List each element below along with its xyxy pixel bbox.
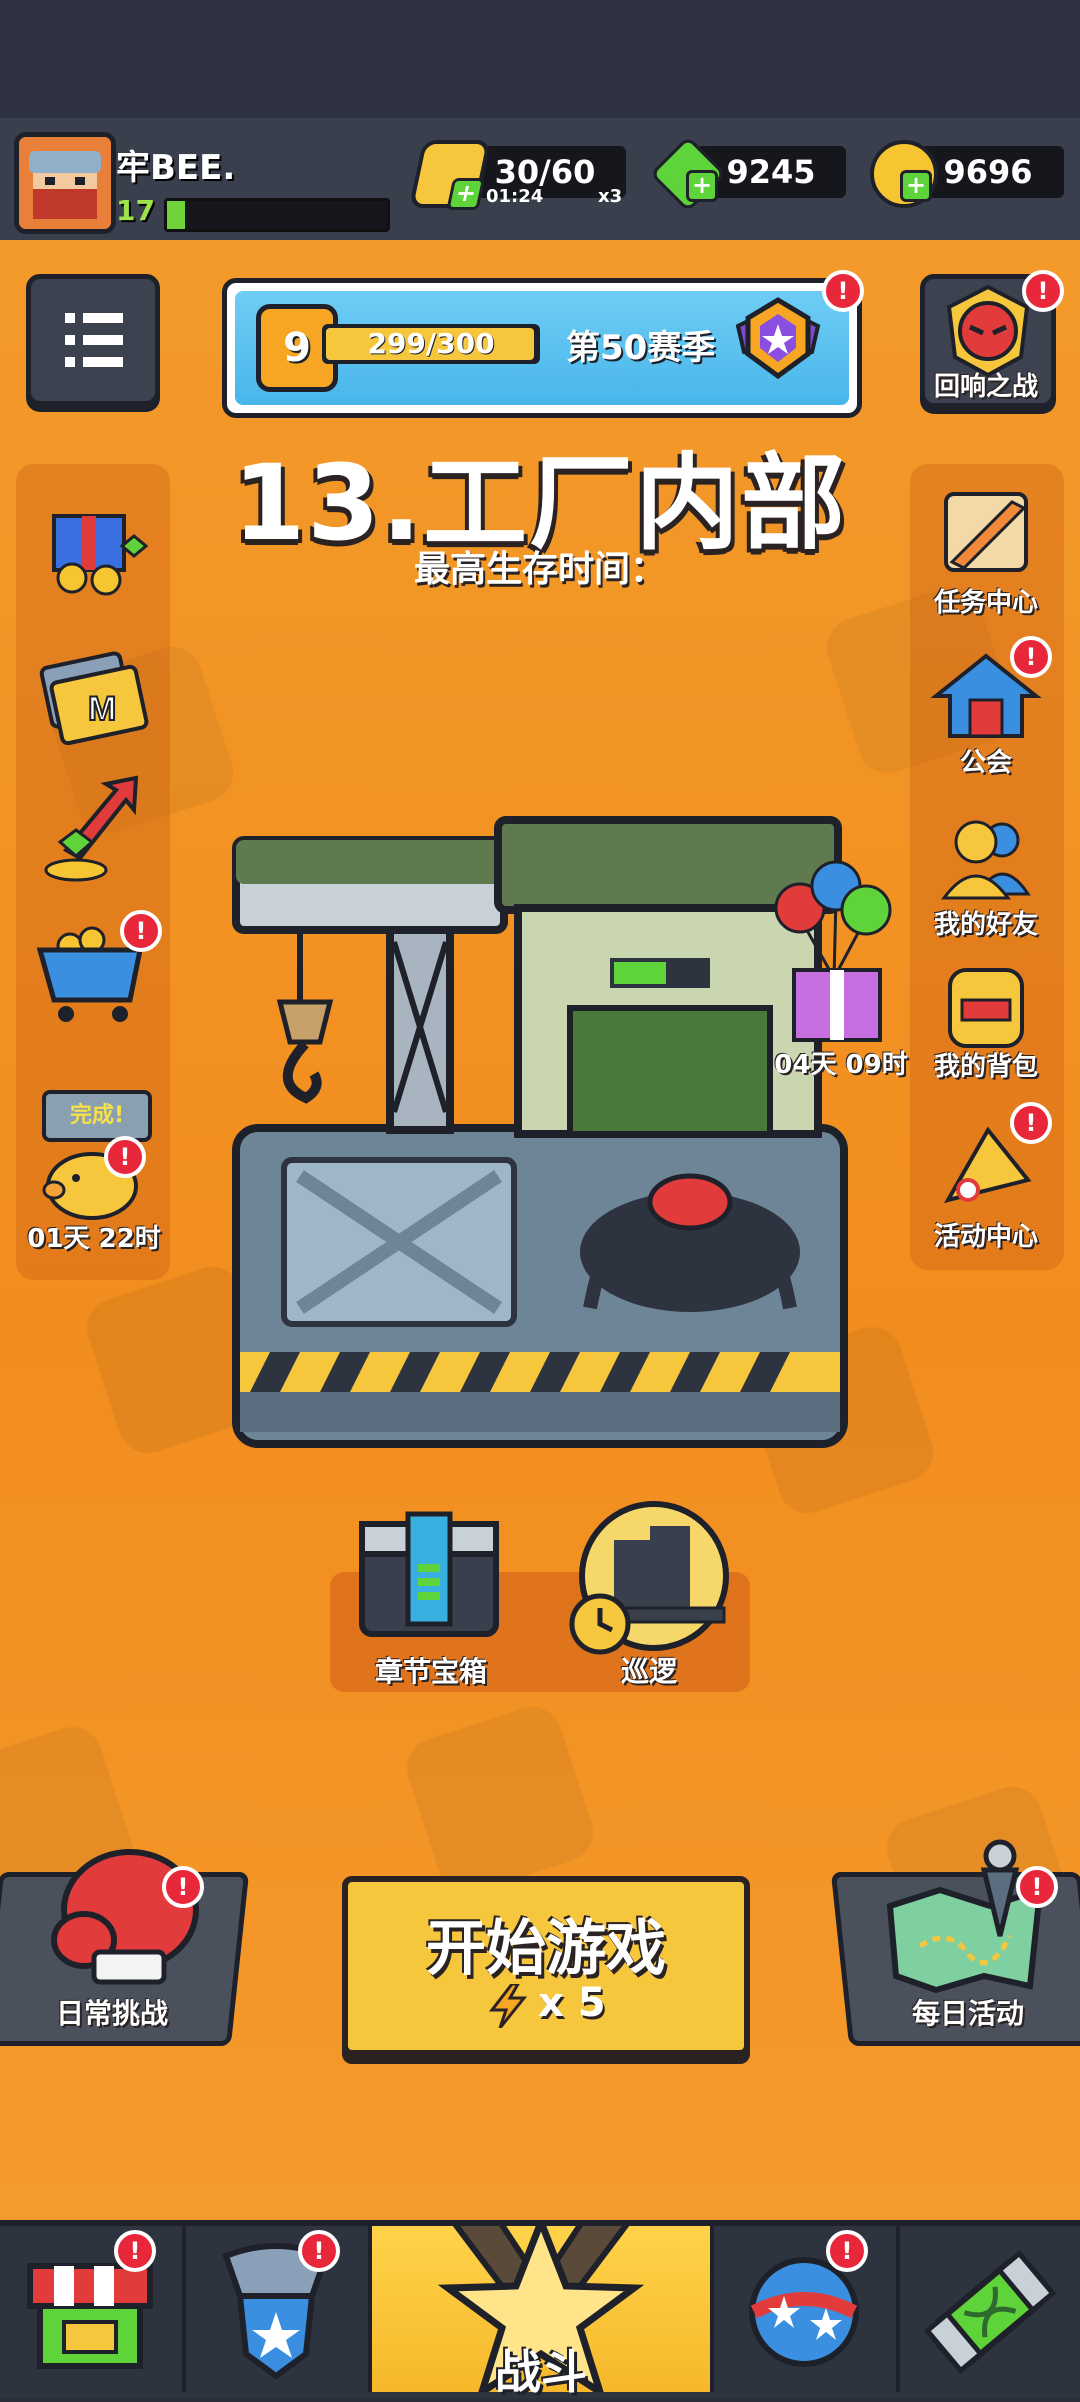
- backpack-icon: [948, 968, 1024, 1048]
- treasure-chest-icon: [359, 1511, 499, 1637]
- echo-battle-alert-badge: !: [1022, 270, 1064, 312]
- energy-multiplier: x3: [598, 186, 623, 207]
- backpack-button[interactable]: [928, 956, 1044, 1052]
- daily-events-label: 每日活动: [911, 1997, 1024, 2030]
- friends-label: 我的好友: [933, 910, 1038, 940]
- start-game-button[interactable]: 开始游戏 x 5: [342, 1876, 750, 2056]
- menu-button[interactable]: [26, 274, 160, 406]
- player-name: 牢BEE.: [116, 148, 236, 188]
- player-level: 17: [116, 194, 155, 227]
- season-label: 第50赛季: [566, 328, 716, 368]
- growth-arrow-icon: [44, 775, 139, 882]
- add-gems-icon[interactable]: +: [686, 170, 718, 202]
- factory-stage-illustration[interactable]: [230, 812, 850, 1452]
- nav-equipment[interactable]: [186, 2226, 372, 2392]
- nav-talents-alert-badge: !: [826, 2230, 868, 2272]
- gift-box-icon: [52, 514, 149, 596]
- add-coins-icon[interactable]: +: [900, 170, 932, 202]
- nav-talents[interactable]: [714, 2226, 900, 2392]
- gem-value: 9245: [726, 153, 816, 191]
- svg-text:M: M: [88, 690, 116, 728]
- balloon-gift-icon: [774, 860, 892, 1042]
- player-avatar[interactable]: [14, 132, 116, 234]
- season-wing-badge-icon: [728, 296, 828, 386]
- event-center-alert-badge: !: [1010, 1102, 1052, 1144]
- list-icon: [65, 313, 123, 367]
- echo-battle-label: 回响之战: [933, 372, 1038, 402]
- xp-bar: [164, 198, 390, 232]
- season-progress-text: 299/300: [367, 327, 495, 360]
- treasure-map-icon: [880, 1826, 1050, 1996]
- guild-alert-badge: !: [1010, 636, 1052, 678]
- start-game-label: 开始游戏: [426, 1914, 666, 1984]
- piggy-bank-timer: 01天 22时: [27, 1224, 161, 1254]
- nav-battle[interactable]: 战斗: [372, 2206, 714, 2401]
- nav-shop-alert-badge: !: [114, 2230, 156, 2272]
- patrol-label: 巡逻: [620, 1655, 677, 1688]
- event-center-label: 活动中心: [933, 1222, 1038, 1252]
- friends-button[interactable]: [928, 810, 1044, 906]
- shield-medal-icon: [222, 2243, 330, 2380]
- chapter-chest-label: 章节宝箱: [374, 1655, 487, 1688]
- friends-icon: [941, 820, 1031, 900]
- dna-capsule-icon: [923, 2249, 1057, 2375]
- balloon-gift-button[interactable]: [770, 858, 900, 1048]
- task-center-button[interactable]: [928, 484, 1044, 580]
- daily-events-alert-badge: !: [1016, 1866, 1058, 1908]
- monthly-card-button[interactable]: M: [36, 640, 152, 750]
- energy-cost-icon: [488, 1982, 528, 2029]
- xp-bar-fill: [167, 201, 185, 229]
- guild-label: 公会: [959, 748, 1012, 778]
- daily-challenge-alert-badge: !: [162, 1866, 204, 1908]
- season-alert-badge: !: [822, 270, 864, 312]
- patrol-clock-icon: [569, 1501, 729, 1655]
- nav-equipment-alert-badge: !: [298, 2230, 340, 2272]
- backpack-label: 我的背包: [933, 1052, 1038, 1082]
- energy-cost-label: x 5: [538, 1980, 606, 2026]
- coin-value: 9696: [943, 153, 1033, 191]
- gift-pack-button[interactable]: [36, 486, 152, 596]
- lightning-icon[interactable]: +: [408, 140, 492, 210]
- piggy-bank-alert-badge: !: [104, 1136, 146, 1178]
- nav-evolution[interactable]: [900, 2226, 1080, 2392]
- patrol-button[interactable]: [564, 1500, 734, 1660]
- m-card-icon: M: [39, 651, 149, 746]
- chapter-chest-button[interactable]: [354, 1504, 504, 1644]
- gift-timer: 04天 09时: [774, 1050, 908, 1080]
- energy-timer: 01:24: [486, 186, 544, 207]
- boxing-glove-icon: [44, 1840, 204, 1990]
- status-bar: [0, 0, 1080, 118]
- star-ball-icon: [749, 2257, 859, 2367]
- nav-shop[interactable]: [0, 2226, 186, 2392]
- piggy-bank-bubble: 完成!: [42, 1090, 152, 1142]
- growth-fund-button[interactable]: [36, 770, 152, 890]
- task-center-label: 任务中心: [933, 588, 1038, 618]
- shop-cart-alert-badge: !: [120, 910, 162, 952]
- nav-battle-label: 战斗: [495, 2345, 587, 2399]
- daily-challenge-label: 日常挑战: [55, 1997, 168, 2030]
- season-progress-bar: 299/300: [322, 324, 540, 364]
- scroll-quill-icon: [944, 492, 1028, 572]
